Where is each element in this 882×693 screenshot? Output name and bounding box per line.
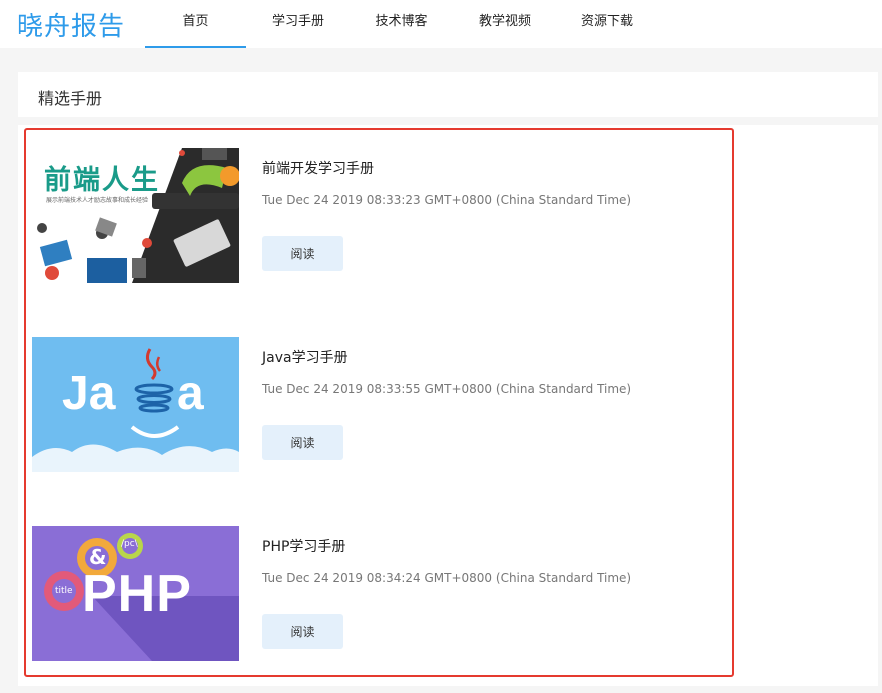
manual-card: 前端人生 展示前端技术人才励志故事和成长经验 前端开发学习手册 Tue Dec … [32, 148, 712, 283]
nav-home[interactable]: 首页 [145, 0, 246, 48]
nav-resource-download[interactable]: 资源下载 [557, 0, 657, 48]
nav-tech-blog[interactable]: 技术博客 [350, 0, 453, 48]
section-title: 精选手册 [38, 89, 103, 108]
svg-text:Ja: Ja [62, 367, 116, 420]
php-thumbnail[interactable]: & /pc\ title PHP [32, 526, 239, 661]
svg-text:a: a [177, 367, 204, 420]
gear-pc-label: /pc\ [121, 539, 138, 549]
card-timestamp: Tue Dec 24 2019 08:34:24 GMT+0800 (China… [262, 571, 632, 585]
java-thumbnail[interactable]: Ja a [32, 337, 239, 472]
manual-card: Ja a Java学习手册 Tue Dec 24 2019 08:33:55 G… [32, 337, 712, 472]
section-header: 精选手册 [18, 72, 878, 117]
thumb-heading: 前端人生 [44, 165, 160, 196]
nav-teaching-video[interactable]: 教学视频 [453, 0, 557, 48]
site-logo[interactable]: 晓舟报告 [17, 6, 125, 43]
top-header: 晓舟报告 首页 学习手册 技术博客 教学视频 资源下载 [0, 0, 882, 48]
thumb-subtitle: 展示前端技术人才励志故事和成长经验 [46, 197, 149, 204]
card-title[interactable]: Java学习手册 [262, 347, 348, 367]
card-title[interactable]: 前端开发学习手册 [262, 158, 374, 178]
card-timestamp: Tue Dec 24 2019 08:33:23 GMT+0800 (China… [262, 193, 632, 207]
frontend-thumbnail[interactable]: 前端人生 展示前端技术人才励志故事和成长经验 [32, 148, 239, 283]
read-button[interactable]: 阅读 [262, 614, 343, 649]
java-coffee-logo-icon: Ja a [32, 337, 239, 472]
read-button[interactable]: 阅读 [262, 425, 343, 460]
card-title[interactable]: PHP学习手册 [262, 536, 345, 556]
manual-card: & /pc\ title PHP PHP学习手册 Tue Dec 24 2019… [32, 526, 712, 661]
nav-study-manual[interactable]: 学习手册 [246, 0, 350, 48]
gear-title-label: title [55, 586, 73, 596]
thumb-php-heading: PHP [82, 565, 192, 623]
read-button[interactable]: 阅读 [262, 236, 343, 271]
card-timestamp: Tue Dec 24 2019 08:33:55 GMT+0800 (China… [262, 382, 632, 396]
main-nav: 首页 学习手册 技术博客 教学视频 资源下载 [145, 0, 657, 48]
